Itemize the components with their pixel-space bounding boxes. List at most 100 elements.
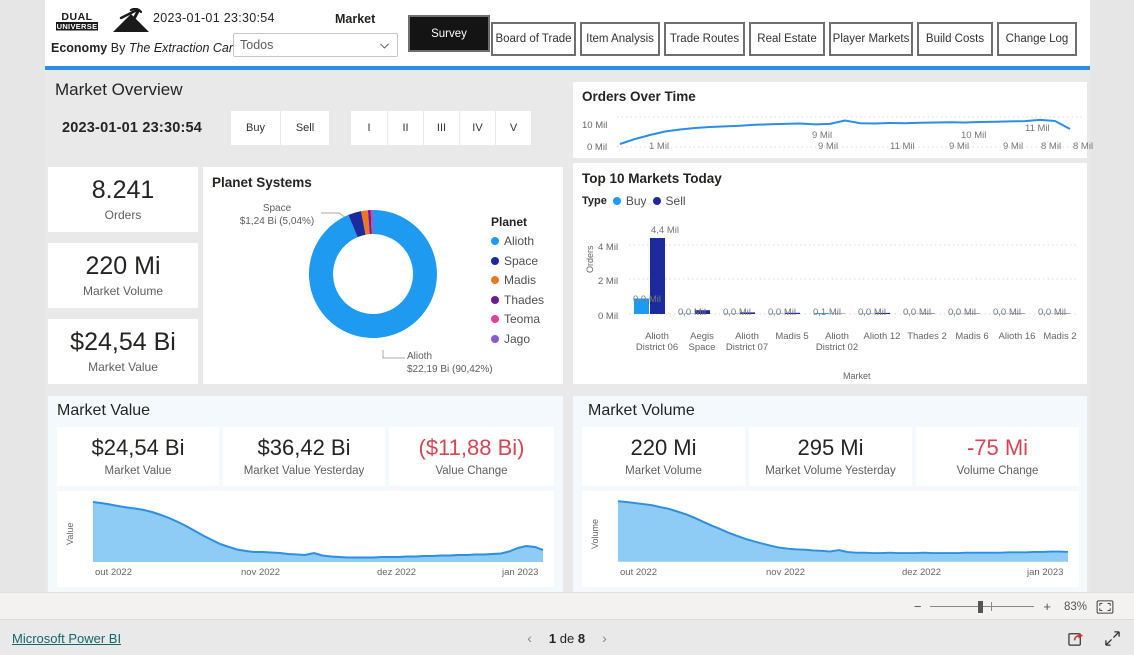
market-value-xtick-0: out 2022 xyxy=(95,567,132,578)
top-markets-legend: Type Buy Sell xyxy=(582,194,686,208)
power-bi-report-page: DUAL UNIVERSE 2023-01-01 23:30:54 Market… xyxy=(0,0,1134,655)
top-markets-bar-chart[interactable] xyxy=(629,218,1079,320)
zoom-slider-tick xyxy=(991,602,993,611)
bar-label-5: 0,0 Mil xyxy=(858,307,886,318)
toggle-tier-2[interactable]: II xyxy=(387,111,423,145)
toggle-tier-1[interactable]: I xyxy=(351,111,387,145)
zoom-slider[interactable] xyxy=(930,600,1035,613)
bar-label-8: 0,0 Mil xyxy=(993,307,1021,318)
fullscreen-icon[interactable] xyxy=(1104,630,1121,647)
donut-leader-line-alioth xyxy=(382,350,405,359)
legend-title-planet: Planet xyxy=(491,215,528,229)
orders-over-time-card: Orders Over Time 10 Mil 0 Mil 1 Mil 9 Mi… xyxy=(573,82,1093,158)
chevron-down-icon xyxy=(380,43,389,49)
share-icon[interactable] xyxy=(1068,630,1085,647)
legend-dot-alioth xyxy=(491,237,499,245)
legend-item-madis[interactable]: Madis xyxy=(491,273,544,287)
toggle-tier-3[interactable]: III xyxy=(423,111,459,145)
planet-systems-legend: Planet Alioth Space Madis Thades Teoma J… xyxy=(491,215,544,351)
kpi-market-value-number: $24,54 Bi xyxy=(91,435,185,461)
legend-dot-buy xyxy=(612,197,621,205)
kpi-card-orders[interactable]: 8.241 Orders xyxy=(48,167,198,232)
header-section-label: Market xyxy=(335,12,376,26)
bar-label-2: 0,0 Mil xyxy=(723,307,751,318)
fit-to-page-icon[interactable] xyxy=(1096,599,1114,614)
legend-item-sell[interactable]: Sell xyxy=(652,194,686,208)
market-value-area-chart[interactable] xyxy=(91,499,546,562)
legend-label-jago: Jago xyxy=(504,331,531,346)
nav-button-item-analysis[interactable]: Item Analysis xyxy=(580,22,660,56)
kpi-volume-label: Market Volume xyxy=(82,284,164,299)
orders-label-6: 10 Mil xyxy=(961,130,987,141)
kpi-value-value: $24,54 Bi xyxy=(70,327,176,356)
donut-callout-alioth: Alioth $22,19 Bi (90,42%) xyxy=(407,351,527,376)
xtick-2: Alioth District 07 xyxy=(725,331,769,353)
zoom-slider-thumb[interactable] xyxy=(978,600,984,613)
report-header: DUAL UNIVERSE 2023-01-01 23:30:54 Market… xyxy=(45,0,1090,66)
legend-item-thades[interactable]: Thades xyxy=(491,293,544,307)
page-current: 1 xyxy=(548,630,557,646)
kpi-volume-change-label: Volume Change xyxy=(956,464,1039,477)
nav-button-change-log[interactable]: Change Log xyxy=(997,22,1077,56)
kpi-orders-value: 8.241 xyxy=(91,175,155,204)
legend-item-space[interactable]: Space xyxy=(491,254,544,268)
nav-button-trade-routes[interactable]: Trade Routes xyxy=(664,22,745,56)
kpi-market-volume[interactable]: 220 Mi Market Volume xyxy=(582,427,745,486)
market-value-section: Market Value $24,54 Bi Market Value $36,… xyxy=(48,396,563,592)
orders-ytick-0mil: 0 Mil xyxy=(587,142,608,153)
top-markets-y-axis-title: Orders xyxy=(585,245,595,273)
market-value-xtick-2: dez 2022 xyxy=(377,567,417,578)
zoom-in-button[interactable]: + xyxy=(1043,599,1051,614)
toggle-buy[interactable]: Buy xyxy=(231,111,280,145)
kpi-card-market-value[interactable]: $24,54 Bi Market Value xyxy=(48,319,198,384)
kpi-market-value[interactable]: $24,54 Bi Market Value xyxy=(57,427,219,486)
nav-button-survey[interactable]: Survey xyxy=(408,15,490,52)
legend-item-buy[interactable]: Buy xyxy=(612,194,647,208)
kpi-volume-change[interactable]: -75 Mi Volume Change xyxy=(916,427,1079,486)
kpi-card-market-volume[interactable]: 220 Mi Market Volume xyxy=(48,243,198,308)
toggle-tier-4[interactable]: IV xyxy=(459,111,495,145)
market-volume-title: Market Volume xyxy=(588,402,695,419)
toggle-sell[interactable]: Sell xyxy=(280,111,329,145)
page-of-text: de xyxy=(556,630,578,646)
type-toggle-group: Buy Sell xyxy=(231,111,329,145)
market-volume-area-chart[interactable] xyxy=(616,499,1071,562)
economy-label: Economy xyxy=(51,41,108,55)
donut-callout-alioth-value: $22,19 Bi (90,42%) xyxy=(407,363,493,375)
filter-slicer-dropdown[interactable]: Todos xyxy=(233,33,398,57)
legend-title-type: Type xyxy=(582,195,607,207)
zoom-out-button[interactable]: − xyxy=(914,599,922,614)
xtick-9: Madis 2 xyxy=(1043,331,1077,342)
report-footer: Microsoft Power BI ‹ 1 de 8 › xyxy=(0,619,1134,655)
zoom-level-label: 83% xyxy=(1063,600,1087,613)
legend-dot-teoma xyxy=(491,315,499,323)
top-markets-ytick-2: 2 Mil xyxy=(598,276,619,287)
extraction-cartel-pickaxe-icon xyxy=(111,7,151,34)
kpi-market-value-yesterday[interactable]: $36,42 Bi Market Value Yesterday xyxy=(223,427,385,486)
nav-button-real-estate[interactable]: Real Estate xyxy=(749,22,825,56)
top-markets-title: Top 10 Markets Today xyxy=(582,171,722,186)
planet-systems-card: Planet Systems Space $1,24 Bi (5,04%) Al… xyxy=(203,167,563,384)
top-markets-x-axis-title: Market xyxy=(843,371,871,381)
market-volume-section: Market Volume 220 Mi Market Volume 295 M… xyxy=(573,396,1087,592)
xtick-3: Madis 5 xyxy=(775,331,809,342)
planet-systems-donut-chart[interactable] xyxy=(298,199,448,349)
legend-item-teoma[interactable]: Teoma xyxy=(491,312,544,326)
previous-page-button[interactable]: ‹ xyxy=(527,630,532,646)
market-value-area-chart-container: Value out 2022 nov 2022 dez 2022 jan 202… xyxy=(57,491,554,587)
kpi-market-volume-yesterday[interactable]: 295 Mi Market Volume Yesterday xyxy=(749,427,912,486)
legend-item-jago[interactable]: Jago xyxy=(491,332,544,346)
microsoft-power-bi-link[interactable]: Microsoft Power BI xyxy=(12,631,121,646)
nav-button-board-of-trade[interactable]: Board of Trade xyxy=(491,22,576,56)
nav-button-build-costs[interactable]: Build Costs xyxy=(917,22,993,56)
next-page-button[interactable]: › xyxy=(602,630,607,646)
legend-label-madis: Madis xyxy=(504,273,537,287)
kpi-market-value-yesterday-number: $36,42 Bi xyxy=(257,435,351,461)
zoom-control: − + 83% xyxy=(914,593,1114,620)
kpi-value-change[interactable]: ($11,88 Bi) Value Change xyxy=(389,427,554,486)
legend-item-alioth[interactable]: Alioth xyxy=(491,234,544,248)
planet-systems-title: Planet Systems xyxy=(212,175,312,190)
kpi-orders-label: Orders xyxy=(104,208,142,223)
toggle-tier-5[interactable]: V xyxy=(495,111,531,145)
nav-button-player-markets[interactable]: Player Markets xyxy=(829,22,913,56)
